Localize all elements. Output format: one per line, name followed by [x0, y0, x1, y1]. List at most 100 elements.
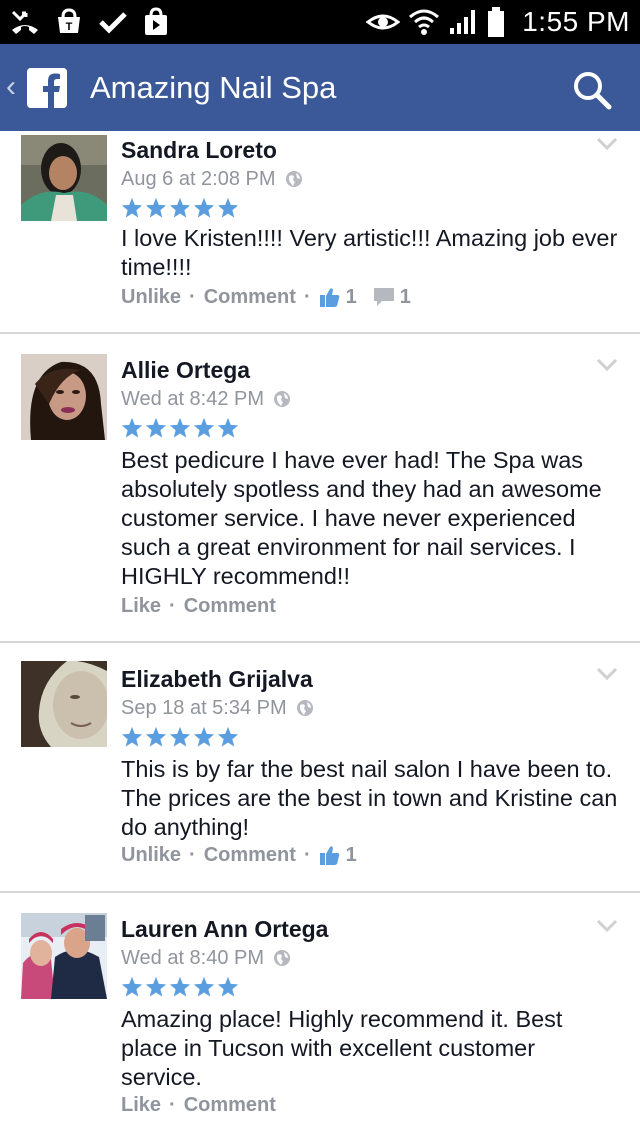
review-meta: Wed at 8:40 PM [121, 946, 292, 970]
review-actions: Unlike · Comment · 1 1 [121, 285, 411, 309]
like-count-value: 1 [345, 844, 357, 866]
review-actions: Like · Comment [121, 594, 276, 618]
comment-button[interactable]: Comment [184, 594, 276, 618]
app-header: ‹ Amazing Nail Spa [0, 44, 640, 131]
star-icon [121, 726, 143, 747]
star-icon [121, 417, 143, 438]
star-rating [121, 197, 239, 221]
star-icon [217, 197, 239, 218]
separator: · [189, 844, 196, 866]
star-icon [121, 197, 143, 218]
star-icon [169, 197, 191, 218]
globe-icon [285, 171, 302, 187]
review-text: I love Kristen!!!! Very artistic!!! Amaz… [121, 225, 618, 280]
review-item: Lauren Ann Ortega Wed at 8:40 PM Amazing… [0, 893, 640, 1139]
timestamp[interactable]: Wed at 8:40 PM [121, 946, 264, 970]
comment-button[interactable]: Comment [204, 285, 296, 309]
search-button[interactable] [572, 70, 612, 110]
review-meta: Aug 6 at 2:08 PM [121, 167, 304, 191]
separator: · [189, 286, 196, 308]
comment-button[interactable]: Comment [204, 843, 296, 867]
svg-text:T: T [66, 21, 73, 33]
star-rating [121, 417, 239, 441]
review-actions: Like · Comment [121, 1093, 276, 1117]
t-mobile-icon: T [54, 7, 84, 37]
globe-icon [274, 950, 291, 966]
status-notifications: T [10, 6, 170, 38]
avatar[interactable] [21, 661, 107, 747]
comment-button[interactable]: Comment [184, 1093, 276, 1117]
star-icon [193, 976, 215, 997]
avatar[interactable] [21, 135, 107, 221]
review-text: Best pedicure I have ever had! The Spa w… [121, 447, 602, 589]
back-button[interactable]: ‹ [6, 72, 16, 102]
check-icon [98, 9, 128, 35]
review-actions: Unlike · Comment · 1 [121, 843, 357, 867]
unlike-button[interactable]: Unlike [121, 285, 181, 309]
star-icon [169, 976, 191, 997]
review-meta: Wed at 8:42 PM [121, 387, 292, 411]
separator: · [303, 286, 311, 308]
clock: 1:55 PM [522, 6, 630, 37]
star-icon [121, 976, 143, 997]
star-rating [121, 976, 239, 1000]
reviewer-name[interactable]: Allie Ortega [121, 356, 250, 384]
star-icon [193, 197, 215, 218]
star-icon [145, 417, 167, 438]
globe-icon [274, 391, 291, 407]
wifi-icon [408, 8, 440, 36]
star-icon [169, 726, 191, 747]
star-rating [121, 726, 239, 750]
reviewer-name[interactable]: Lauren Ann Ortega [121, 915, 328, 943]
star-icon [217, 976, 239, 997]
search-icon [574, 72, 612, 110]
review-text: This is by far the best nail salon I hav… [121, 756, 618, 840]
chevron-down-icon[interactable] [596, 667, 618, 681]
separator: · [169, 1094, 176, 1116]
timestamp[interactable]: Sep 18 at 5:34 PM [121, 696, 287, 720]
avatar[interactable] [21, 354, 107, 440]
signal-icon [448, 8, 478, 36]
reviewer-name[interactable]: Sandra Loreto [121, 136, 277, 164]
thumbs-up-icon [319, 846, 339, 865]
star-icon [145, 976, 167, 997]
star-icon [169, 417, 191, 438]
eye-icon [366, 10, 401, 34]
facebook-logo-icon[interactable] [27, 68, 67, 108]
review-item: Allie Ortega Wed at 8:42 PM Best pedicur… [0, 334, 640, 643]
review-text: Amazing place! Highly recommend it. Best… [121, 1006, 563, 1090]
like-button[interactable]: Like [121, 1093, 161, 1117]
like-count-value: 1 [345, 286, 357, 308]
like-button[interactable]: Like [121, 594, 161, 618]
timestamp[interactable]: Wed at 8:42 PM [121, 387, 264, 411]
separator: · [303, 844, 311, 866]
star-icon [217, 417, 239, 438]
chevron-down-icon[interactable] [596, 919, 618, 933]
battery-icon [486, 6, 506, 38]
timestamp[interactable]: Aug 6 at 2:08 PM [121, 167, 276, 191]
globe-icon [296, 700, 313, 716]
thumbs-up-icon [319, 288, 339, 307]
star-icon [145, 197, 167, 218]
comment-bubble-icon [373, 288, 394, 306]
status-bar: T 1:55 PM [0, 0, 640, 44]
comment-count-value: 1 [399, 286, 411, 308]
review-item: Sandra Loreto Aug 6 at 2:08 PM I love Kr… [0, 131, 640, 334]
review-meta: Sep 18 at 5:34 PM [121, 696, 315, 720]
like-count[interactable]: 1 [319, 285, 357, 309]
status-system: 1:55 PM [366, 6, 630, 38]
separator: · [169, 595, 176, 617]
reviewer-name[interactable]: Elizabeth Grijalva [121, 665, 313, 693]
chevron-down-icon[interactable] [596, 137, 618, 151]
page-title: Amazing Nail Spa [90, 70, 337, 105]
star-icon [193, 726, 215, 747]
star-icon [193, 417, 215, 438]
avatar[interactable] [21, 913, 107, 999]
star-icon [217, 726, 239, 747]
shopping-bag-icon [142, 7, 170, 37]
chevron-down-icon[interactable] [596, 358, 618, 372]
star-icon [145, 726, 167, 747]
comment-count[interactable]: 1 [373, 285, 411, 309]
unlike-button[interactable]: Unlike [121, 843, 181, 867]
like-count[interactable]: 1 [319, 843, 357, 867]
